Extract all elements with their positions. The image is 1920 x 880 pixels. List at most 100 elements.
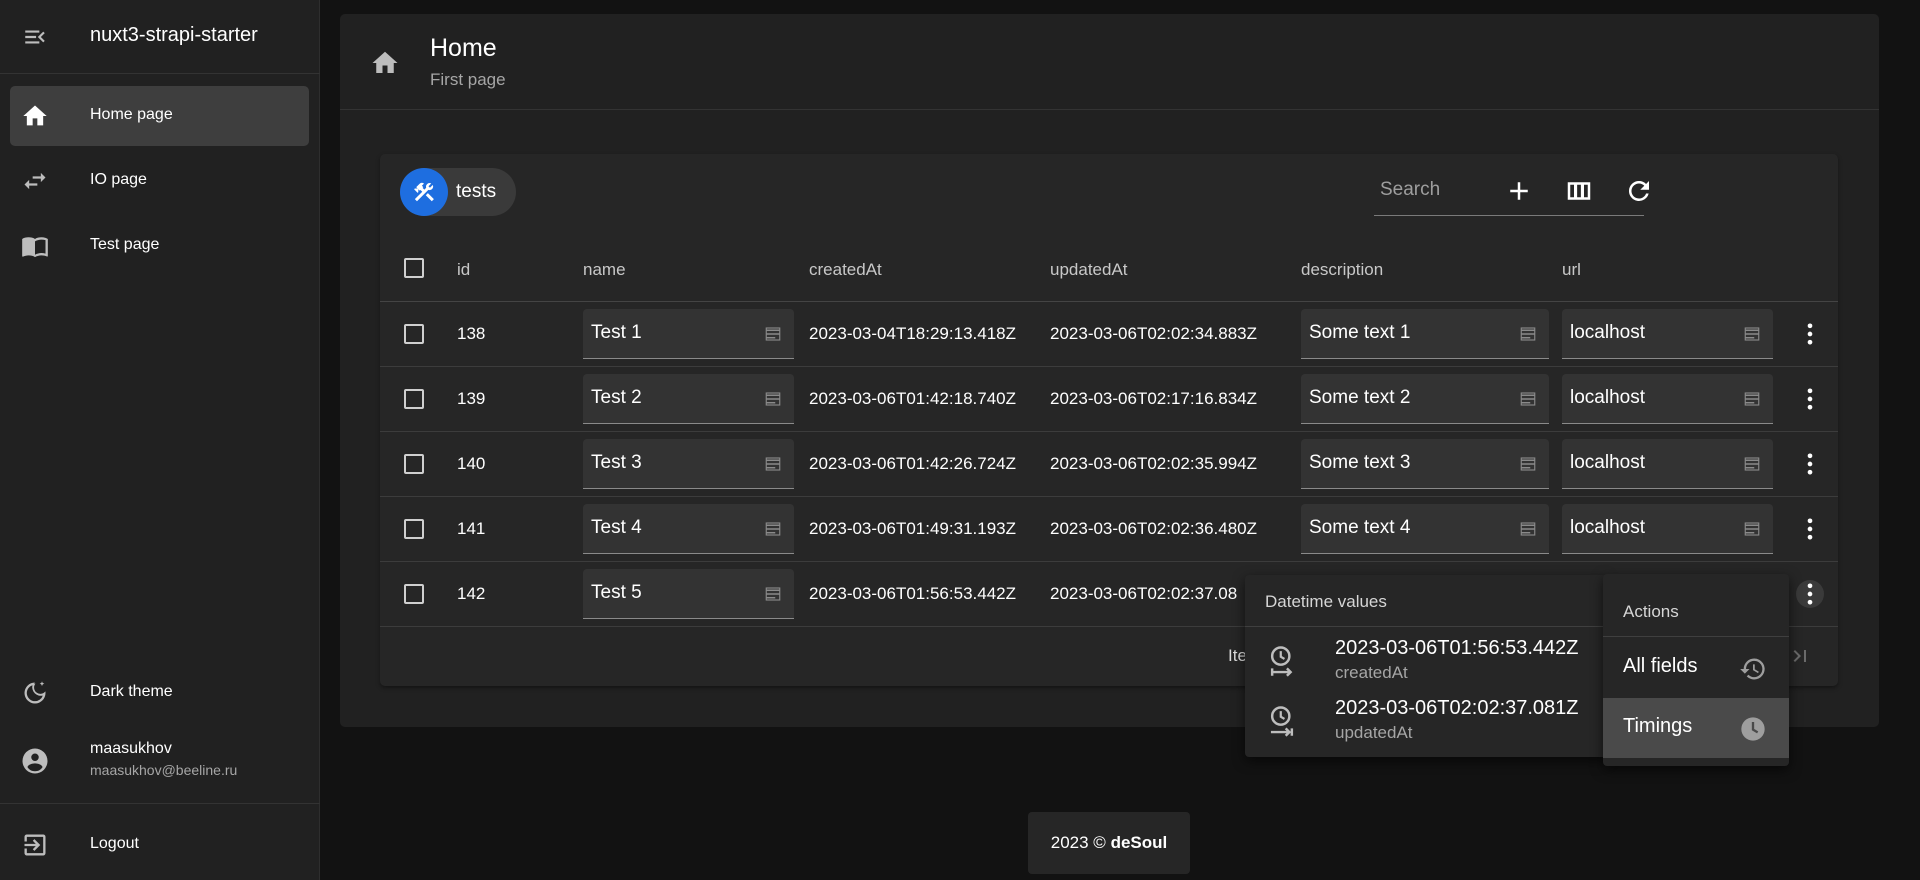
select-all-checkbox[interactable] — [404, 258, 424, 278]
column-header-name[interactable]: name — [583, 260, 626, 280]
actions-menu-header: Actions — [1623, 602, 1679, 621]
datetime-item-createdat[interactable]: 2023-03-06T01:56:53.442Z createdAt — [1245, 631, 1607, 691]
description-value: Some text 1 — [1309, 322, 1411, 343]
tools-icon — [414, 182, 434, 202]
notes-icon — [1744, 392, 1760, 406]
description-value: Some text 3 — [1309, 452, 1411, 473]
footer: 2023 © deSoul — [1028, 812, 1190, 874]
refresh-icon[interactable] — [1624, 176, 1654, 206]
row-menu-icon[interactable] — [1796, 515, 1824, 543]
sidebar-item-label: Test page — [90, 236, 160, 253]
sidebar-item-label: IO page — [90, 171, 147, 188]
notes-icon — [1744, 327, 1760, 341]
row-menu-icon[interactable] — [1796, 450, 1824, 478]
name-field[interactable]: Test 5 — [583, 569, 794, 619]
sidebar-header: nuxt3-strapi-starter — [0, 0, 320, 74]
notes-icon — [1520, 327, 1536, 341]
footer-brand: deSoul — [1110, 833, 1168, 852]
add-icon[interactable] — [1504, 176, 1534, 206]
home-icon — [372, 51, 398, 73]
table-header: id name createdAt updatedAt description … — [380, 238, 1838, 302]
swap-icon — [24, 172, 46, 190]
action-timings[interactable]: Timings — [1603, 698, 1789, 758]
dark-theme-toggle[interactable]: Dark theme — [10, 663, 309, 723]
chip-avatar — [400, 168, 448, 216]
row-checkbox[interactable] — [404, 519, 424, 539]
name-field[interactable]: Test 2 — [583, 374, 794, 424]
notes-icon — [765, 392, 781, 406]
action-all-fields[interactable]: All fields — [1603, 638, 1789, 698]
name-field[interactable]: Test 4 — [583, 504, 794, 554]
description-field[interactable]: Some text 4 — [1301, 504, 1549, 554]
row-menu-icon[interactable] — [1796, 320, 1824, 348]
description-value: Some text 4 — [1309, 517, 1411, 538]
column-header-url[interactable]: url — [1562, 260, 1581, 280]
column-header-id[interactable]: id — [457, 260, 470, 280]
row-menu-icon[interactable] — [1796, 580, 1824, 608]
column-header-updatedat[interactable]: updatedAt — [1050, 260, 1128, 280]
column-header-createdat[interactable]: createdAt — [809, 260, 882, 280]
cell-createdat: 2023-03-06T01:49:31.193Z — [809, 519, 1016, 538]
sidebar-item-test[interactable]: Test page — [10, 216, 309, 276]
cell-createdat: 2023-03-06T01:56:53.442Z — [809, 584, 1016, 603]
cell-id: 139 — [457, 389, 486, 408]
action-label: All fields — [1623, 655, 1698, 677]
user-email: maasukhov@beeline.ru — [90, 762, 238, 778]
url-value: localhost — [1570, 322, 1645, 343]
notes-icon — [1520, 522, 1536, 536]
cell-createdat: 2023-03-06T01:42:18.740Z — [809, 389, 1016, 408]
home-icon — [23, 105, 47, 126]
user-name: maasukhov — [90, 740, 172, 757]
name-field[interactable]: Test 3 — [583, 439, 794, 489]
description-field[interactable]: Some text 2 — [1301, 374, 1549, 424]
row-checkbox[interactable] — [404, 584, 424, 604]
column-header-description[interactable]: description — [1301, 260, 1383, 280]
menu-collapse-icon[interactable] — [22, 24, 48, 50]
theme-label: Dark theme — [90, 683, 173, 700]
logout-button[interactable]: Logout — [10, 815, 309, 875]
notes-icon — [1744, 522, 1760, 536]
row-checkbox[interactable] — [404, 389, 424, 409]
table-row: 141 Test 4 2023-03-06T01:49:31.193Z 2023… — [380, 497, 1838, 562]
url-field[interactable]: localhost — [1562, 374, 1773, 424]
cell-id: 140 — [457, 454, 486, 473]
row-checkbox[interactable] — [404, 324, 424, 344]
columns-icon[interactable] — [1564, 176, 1594, 206]
sidebar: nuxt3-strapi-starter Home page IO page T… — [0, 0, 320, 880]
row-menu-icon[interactable] — [1796, 385, 1824, 413]
sidebar-divider — [0, 803, 320, 804]
row-checkbox[interactable] — [404, 454, 424, 474]
last-page-icon[interactable] — [1788, 644, 1812, 668]
url-field[interactable]: localhost — [1562, 309, 1773, 359]
sidebar-item-label: Home page — [90, 106, 173, 123]
menu-divider — [1603, 636, 1789, 637]
name-field[interactable]: Test 1 — [583, 309, 794, 359]
cell-updatedat: 2023-03-06T02:02:35.994Z — [1050, 454, 1257, 473]
notes-icon — [1520, 457, 1536, 471]
cell-id: 138 — [457, 324, 486, 343]
sidebar-item-home[interactable]: Home page — [10, 86, 309, 146]
user-profile[interactable]: maasukhov maasukhov@beeline.ru — [0, 726, 320, 796]
menu-divider — [1245, 626, 1607, 627]
clock-icon — [1741, 717, 1765, 741]
description-field[interactable]: Some text 3 — [1301, 439, 1549, 489]
page-title: Home — [430, 34, 497, 62]
clock-end-icon — [1270, 706, 1294, 737]
sidebar-item-io[interactable]: IO page — [10, 151, 309, 211]
url-field[interactable]: localhost — [1562, 439, 1773, 489]
datetime-key: createdAt — [1335, 663, 1408, 682]
table-row: 140 Test 3 2023-03-06T01:42:26.724Z 2023… — [380, 432, 1838, 497]
datetime-values-menu: Datetime values 2023-03-06T01:56:53.442Z… — [1245, 575, 1607, 757]
url-value: localhost — [1570, 387, 1645, 408]
cell-createdat: 2023-03-06T01:42:26.724Z — [809, 454, 1016, 473]
description-field[interactable]: Some text 1 — [1301, 309, 1549, 359]
name-value: Test 3 — [591, 452, 642, 473]
collection-chip[interactable]: tests — [400, 168, 516, 216]
url-field[interactable]: localhost — [1562, 504, 1773, 554]
actions-menu: Actions All fields Timings — [1603, 574, 1789, 766]
datetime-item-updatedat[interactable]: 2023-03-06T02:02:37.081Z updatedAt — [1245, 691, 1607, 751]
cell-updatedat: 2023-03-06T02:02:36.480Z — [1050, 519, 1257, 538]
book-icon — [22, 237, 48, 258]
notes-icon — [1520, 392, 1536, 406]
logout-icon — [24, 834, 46, 856]
